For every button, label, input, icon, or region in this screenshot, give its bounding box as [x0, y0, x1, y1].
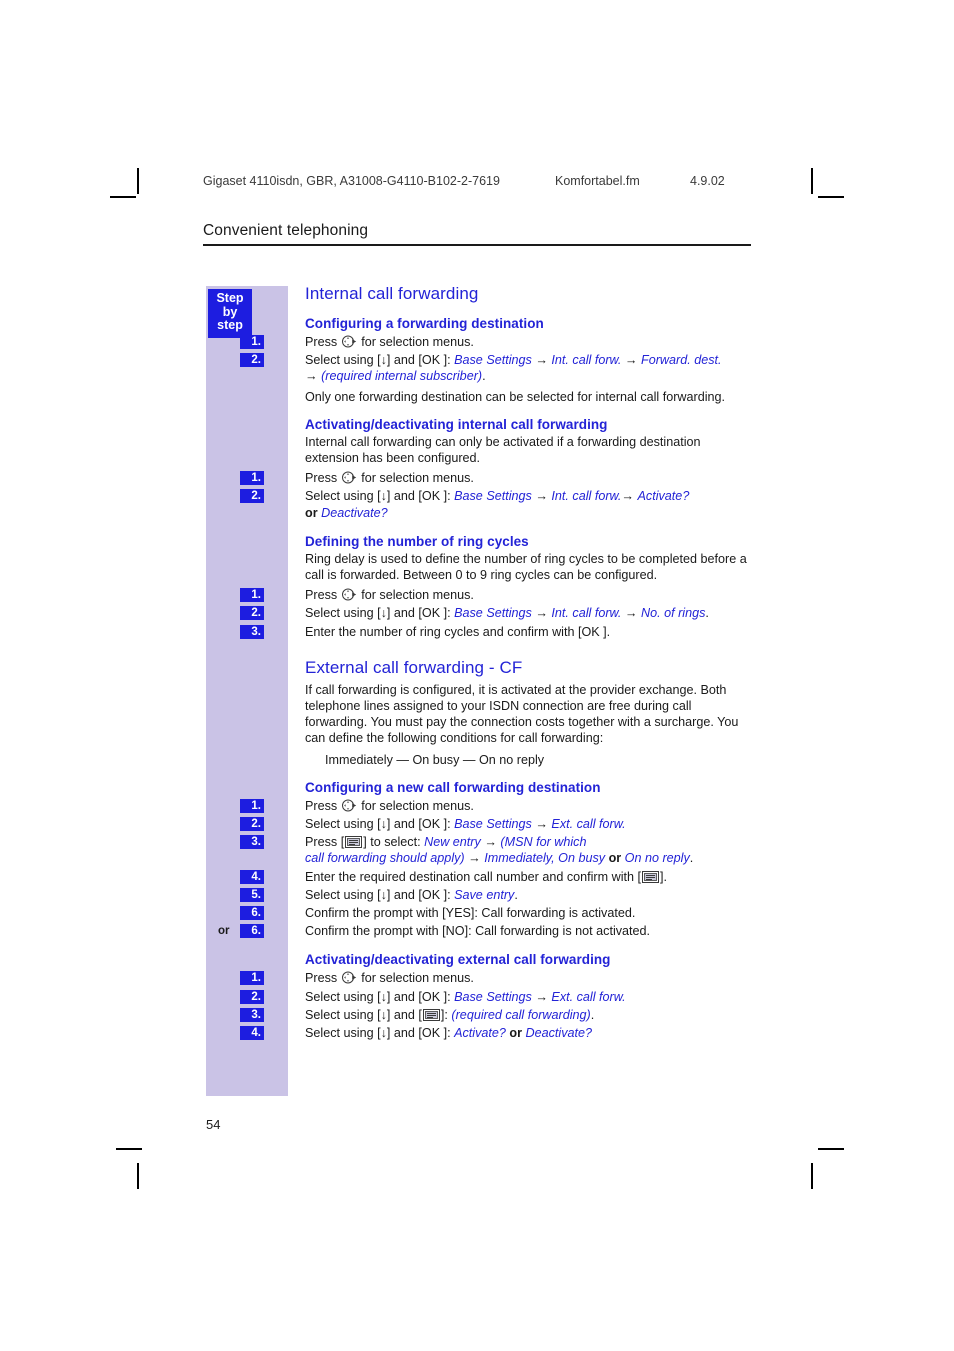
crop-mark-top-left-vertical — [137, 168, 139, 194]
step-badge: 2. — [240, 606, 264, 621]
navigation-key-icon — [341, 471, 357, 484]
document-date: 4.9.02 — [690, 174, 725, 188]
navigation-key-icon — [341, 971, 357, 984]
step-text: Select using [↓] and [OK ]: Activate? or… — [305, 1026, 593, 1041]
step-item: 1. Press for selection menus. — [240, 333, 755, 351]
step-item: 2. Select using [↓] and [OK ]: Base Sett… — [240, 351, 755, 385]
step-badge: 1. — [240, 335, 264, 349]
navigation-key-icon — [341, 588, 357, 601]
navigation-key-icon — [341, 335, 357, 348]
display-key-icon — [642, 870, 660, 883]
subsection-heading-activating-deactivating-internal-call-forwarding: Activating/deactivating internal call fo… — [305, 416, 608, 432]
step-item: 2. Select using [↓] and [OK ]: Base Sett… — [240, 487, 755, 521]
chapter-title-rule — [203, 244, 751, 246]
step-by-step-line-2: by — [222, 304, 238, 319]
subsection-heading-activating-deactivating-external-call-forwarding: Activating/deactivating external call fo… — [305, 952, 611, 968]
subsection-heading-defining-number-of-ring-cycles: Defining the number of ring cycles — [305, 533, 529, 549]
step-badge: 6. — [240, 924, 264, 939]
step-item: or 6. Confirm the prompt with [NO]: Call… — [218, 922, 755, 940]
step-text: Select using [↓] and [OK ]: Base Setting… — [305, 489, 690, 520]
step-text: Select using [↓] and [OK ]: Base Setting… — [305, 989, 626, 1004]
crop-mark-bottom-left-horizontal — [116, 1148, 142, 1150]
step-badge: 3. — [240, 835, 264, 850]
crop-mark-top-right-horizontal — [818, 196, 844, 198]
step-text: Confirm the prompt with [YES]: Call forw… — [305, 906, 636, 921]
step-by-step-line-3: step — [217, 318, 243, 332]
step-text: Press [] to select: New entry → (MSN for… — [305, 835, 694, 866]
step-badge: 1. — [240, 588, 264, 603]
step-badge: 2. — [240, 353, 264, 368]
step-by-step-label: Step by step — [208, 289, 252, 338]
step-badge: 2. — [240, 989, 264, 1004]
step-text: Enter the required destination call numb… — [305, 869, 668, 884]
section-heading-internal-call-forwarding: Internal call forwarding — [305, 284, 479, 303]
crop-mark-bottom-right-horizontal — [818, 1148, 844, 1150]
page-number: 54 — [206, 1117, 221, 1132]
step-or-label: or — [218, 925, 230, 938]
crop-mark-bottom-right-vertical — [811, 1163, 813, 1189]
step-text: Press for selection menus. — [305, 471, 474, 486]
step-text: Select using [↓] and [OK ]: Base Setting… — [305, 606, 709, 621]
step-badge: 2. — [240, 489, 264, 504]
chapter-title: Convenient telephoning — [203, 222, 369, 239]
step-item: 3. Select using [↓] and []: (required ca… — [240, 1006, 755, 1024]
subsection-intro: Ring delay is used to define the number … — [305, 551, 747, 583]
step-item: 1. Press for selection menus. — [240, 797, 755, 815]
subsection-intro: Internal call forwarding can only be act… — [305, 434, 701, 466]
step-item: 3. Enter the number of ring cycles and c… — [240, 623, 755, 641]
step-badge: 3. — [240, 624, 264, 639]
step-text: Press for selection menus. — [305, 798, 474, 813]
step-item: 4. Select using [↓] and [OK ]: Activate?… — [240, 1024, 755, 1042]
crop-mark-top-left-horizontal — [110, 196, 136, 198]
section-heading-external-call-forwarding: External call forwarding - CF — [305, 657, 523, 677]
source-file-name: Komfortabel.fm — [555, 174, 640, 188]
subsection-note: Only one forwarding destination can be s… — [305, 389, 726, 404]
step-badge: 3. — [240, 1007, 264, 1022]
step-badge: 1. — [240, 971, 264, 986]
step-by-step-line-1: Step — [216, 291, 244, 305]
step-text: Select using [↓] and [OK ]: Save entry. — [305, 887, 518, 902]
step-text: Select using [↓] and [OK ]: Base Setting… — [305, 353, 722, 384]
step-badge: 6. — [240, 906, 264, 921]
display-key-icon — [345, 836, 363, 849]
step-item: 3. Press [] to select: New entry → (MSN … — [240, 833, 755, 867]
step-text: Select using [↓] and []: (required call … — [305, 1007, 595, 1022]
step-item: 1. Press for selection menus. — [240, 969, 755, 987]
step-text: Enter the number of ring cycles and conf… — [305, 624, 611, 639]
step-item: 5. Select using [↓] and [OK ]: Save entr… — [240, 886, 755, 904]
step-badge: 4. — [240, 1026, 264, 1041]
step-item: 4. Enter the required destination call n… — [240, 868, 755, 886]
step-badge: 1. — [240, 798, 264, 813]
step-badge: 1. — [240, 471, 264, 486]
document-identifier: Gigaset 4110isdn, GBR, A31008-G4110-B102… — [203, 174, 500, 188]
crop-mark-bottom-left-vertical — [137, 1163, 139, 1189]
step-text: Select using [↓] and [OK ]: Base Setting… — [305, 817, 626, 832]
step-badge: 4. — [240, 869, 264, 884]
subsection-heading-configuring-new-call-forwarding-destination: Configuring a new call forwarding destin… — [305, 779, 601, 795]
call-forwarding-conditions: Immediately — On busy — On no reply — [325, 752, 545, 767]
step-text: Press for selection menus. — [305, 588, 474, 603]
step-item: 2. Select using [↓] and [OK ]: Base Sett… — [240, 604, 755, 622]
step-text: Press for selection menus. — [305, 971, 474, 986]
display-key-icon — [422, 1008, 440, 1021]
step-item: 6. Confirm the prompt with [YES]: Call f… — [240, 904, 755, 922]
navigation-key-icon — [341, 799, 357, 812]
main-content: Internal call forwarding Configuring a f… — [218, 284, 755, 1042]
crop-mark-top-right-vertical — [811, 168, 813, 194]
step-item: 1. Press for selection menus. — [240, 469, 755, 487]
step-text: Press for selection menus. — [305, 335, 474, 349]
step-text: Confirm the prompt with [NO]: Call forwa… — [305, 924, 651, 939]
step-item: 2. Select using [↓] and [OK ]: Base Sett… — [240, 988, 755, 1006]
step-badge: 2. — [240, 817, 264, 832]
step-item: 2. Select using [↓] and [OK ]: Base Sett… — [240, 815, 755, 833]
subsection-heading-configuring-forwarding-destination: Configuring a forwarding destination — [305, 316, 544, 331]
step-badge: 5. — [240, 887, 264, 902]
step-item: 1. Press for selection menus. — [240, 586, 755, 604]
section-intro: If call forwarding is configured, it is … — [305, 682, 739, 746]
